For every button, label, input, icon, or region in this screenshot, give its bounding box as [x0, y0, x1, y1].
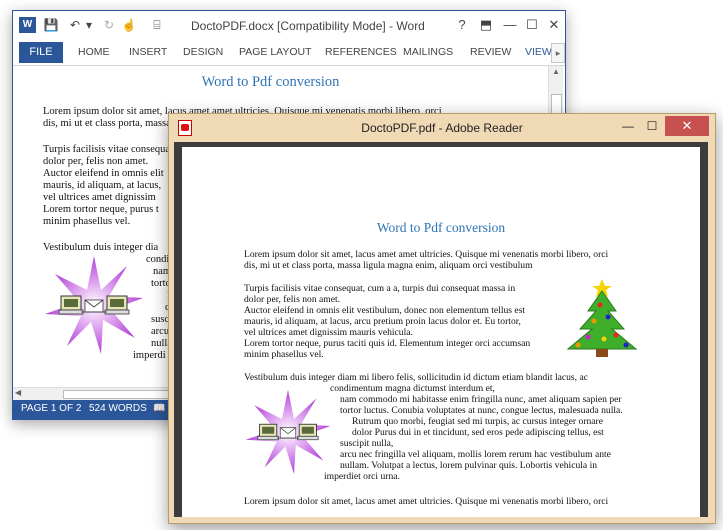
word-doc-line: Auctor eleifend in omnis elit: [43, 168, 164, 179]
redo-icon[interactable]: ↻: [101, 17, 117, 33]
reader-minimize-button[interactable]: —: [615, 117, 641, 135]
scroll-up-icon[interactable]: ▲: [549, 66, 563, 78]
pdf-line: mauris, id aliquam, at lacus, arcu preti…: [244, 316, 521, 327]
ribbon-tabs: FILE HOME INSERT DESIGN PAGE LAYOUT REFE…: [13, 41, 565, 66]
pdf-line: nullam. Volutpat a lectus, lorem pulvina…: [340, 460, 598, 471]
pdf-line: dis, mi ut et class porta, massa ligula …: [244, 260, 533, 271]
tab-page-layout[interactable]: PAGE LAYOUT: [239, 46, 312, 58]
word-minimize-button[interactable]: —: [499, 16, 521, 34]
word-count-status[interactable]: 524 WORDS: [89, 403, 147, 414]
pdf-line: imperdiet orci urna.: [324, 471, 400, 482]
word-doc-line: susc: [151, 314, 170, 325]
tab-references[interactable]: REFERENCES: [325, 46, 397, 58]
word-doc-heading: Word to Pdf conversion: [201, 74, 340, 90]
tab-file[interactable]: FILE: [19, 42, 63, 63]
word-window-title: DoctoPDF.docx [Compatibility Mode] - Wor…: [191, 19, 425, 33]
word-doc-line: Lorem tortor neque, purus t: [43, 204, 159, 215]
word-doc-line: arcu: [151, 326, 170, 337]
word-doc-line: vel ultrices amet dignissim: [43, 192, 156, 203]
word-title-bar: W 💾 ↶ ▾ ↻ ☝ ⌸ DoctoPDF.docx [Compatibili…: [13, 11, 565, 41]
pdf-line: dolor per, felis non amet.: [244, 294, 341, 305]
pdf-line: nam commodo mi habitasse enim fringilla …: [340, 394, 622, 405]
pdf-line: Rutrum quo morbi, feugiat sed mi turpis,…: [352, 416, 603, 427]
ribbon-display-button[interactable]: ⬒: [475, 16, 497, 34]
word-maximize-button[interactable]: ☐: [521, 16, 543, 34]
reader-document-frame: Word to Pdf conversion Lorem ipsum dolor…: [174, 142, 708, 517]
pdf-page[interactable]: Word to Pdf conversion Lorem ipsum dolor…: [182, 147, 700, 517]
word-doc-line: mauris, id aliquam, at lacus,: [43, 180, 162, 191]
pdf-heading: Word to Pdf conversion: [376, 220, 506, 235]
pdf-line: Lorem ipsum dolor sit amet, lacus amet a…: [244, 496, 609, 507]
pdf-line: dolor Purus dui in et tincidunt, sed ero…: [352, 427, 604, 438]
reader-window: DoctoPDF.pdf - Adobe Reader — ☐ ✕ Word t…: [168, 113, 716, 524]
save-icon[interactable]: 💾: [43, 17, 59, 33]
tab-design[interactable]: DESIGN: [183, 46, 223, 58]
word-doc-line: minim phasellus vel.: [43, 216, 131, 227]
pdf-line: Auctor eleifend in omnis elit vestibulum…: [244, 305, 526, 316]
proofing-icon[interactable]: 📖: [153, 403, 165, 414]
reader-title-bar: DoctoPDF.pdf - Adobe Reader — ☐ ✕: [169, 114, 715, 142]
reader-close-button[interactable]: ✕: [665, 116, 709, 136]
word-app-icon: W: [19, 17, 36, 33]
word-close-button[interactable]: ✕: [543, 16, 565, 34]
pdf-line: Vestibulum duis integer diam mi libero f…: [244, 372, 588, 383]
word-doc-line: condi: [146, 254, 170, 265]
word-doc-line: dolor per, felis non amet.: [43, 156, 149, 167]
pdf-line: suscipit nulla,: [340, 438, 394, 449]
help-button[interactable]: ?: [451, 16, 473, 34]
pdf-line: minim phasellus vel.: [244, 349, 324, 360]
undo-dropdown-icon[interactable]: ▾: [81, 17, 97, 33]
network-starburst-image: [245, 389, 331, 475]
tab-view[interactable]: VIEW: [525, 46, 552, 58]
customize-toolbar-icon[interactable]: ⌸: [149, 17, 165, 33]
pdf-line: Turpis facilisis vitae consequat, cum a …: [244, 283, 516, 294]
word-doc-line: Vestibulum duis integer dia: [43, 242, 159, 253]
network-starburst-image: [45, 256, 143, 354]
pdf-line: condimentum magna dictumst interdum et,: [330, 383, 495, 394]
reader-maximize-button[interactable]: ☐: [639, 117, 665, 135]
page-count-status[interactable]: PAGE 1 OF 2: [21, 403, 81, 414]
pdf-line: tortor luctus. Conubia voluptates at nun…: [340, 405, 623, 416]
tab-review[interactable]: REVIEW: [470, 46, 511, 58]
word-doc-line: Turpis facilisis vitae consequat,: [43, 144, 176, 155]
tab-mailings[interactable]: MAILINGS: [403, 46, 453, 58]
tab-home[interactable]: HOME: [78, 46, 110, 58]
christmas-tree-image: [566, 279, 638, 357]
word-hscroll-thumb[interactable]: [63, 390, 185, 399]
pdf-line: Lorem tortor neque, purus taciti quis id…: [244, 338, 531, 349]
touch-mode-icon[interactable]: ☝: [121, 17, 137, 33]
pdf-line: vel ultrices amet dignissim mauris vehic…: [244, 327, 413, 338]
tab-insert[interactable]: INSERT: [129, 46, 167, 58]
scroll-left-icon[interactable]: ◀: [15, 388, 21, 397]
pdf-line: arcu nec fringilla vel aliquam, mollis l…: [340, 449, 611, 460]
pdf-line: Lorem ipsum dolor sit amet, lacus amet a…: [244, 249, 609, 260]
ribbon-scroll-right-icon[interactable]: ▸: [551, 43, 565, 63]
